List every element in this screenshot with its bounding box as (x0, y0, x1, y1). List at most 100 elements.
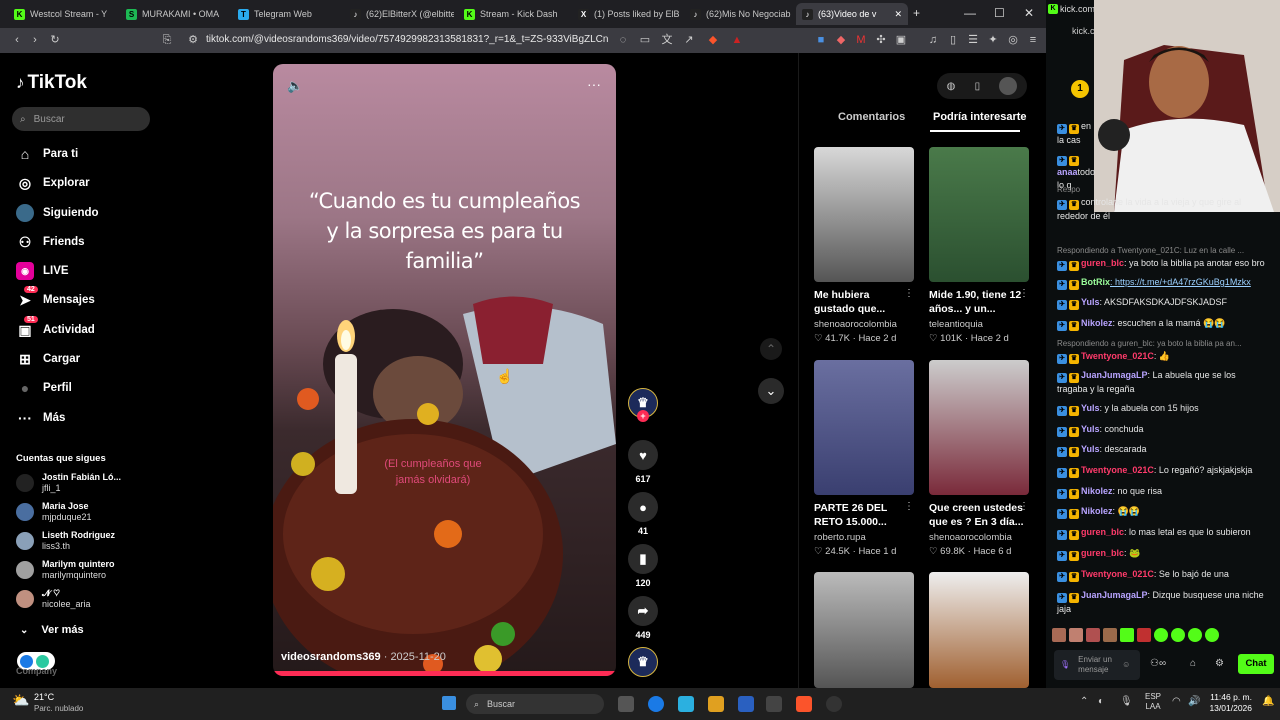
notification-bell-icon[interactable]: 🔔 (1262, 696, 1274, 707)
chat-username[interactable]: guren_blc (1081, 527, 1124, 537)
see-more-button[interactable]: ⌄ Ver más (20, 624, 84, 636)
mic-tray-icon[interactable]: 🎙 (1120, 696, 1133, 707)
store-icon[interactable] (738, 696, 754, 712)
obs-icon[interactable] (826, 696, 842, 712)
nav-item-live[interactable]: ◉ LIVE (16, 261, 69, 281)
more-options-icon[interactable]: ··· (587, 76, 601, 92)
chat-username[interactable]: BotRix (1081, 277, 1110, 287)
emote-icon[interactable] (1052, 628, 1066, 642)
recommended-video-thumbnail[interactable] (929, 572, 1029, 688)
brave-shield-icon[interactable]: ◆ (706, 33, 720, 47)
settings-gear-icon[interactable]: ⚙ (1215, 658, 1224, 669)
recommended-video-thumbnail[interactable] (814, 147, 914, 282)
smiley-icon[interactable]: ☺ (1122, 660, 1130, 670)
more-vertical-icon[interactable]: ⋮ (1019, 288, 1029, 299)
prev-video-chevron-up-icon[interactable]: ⌃ (760, 338, 782, 360)
reading-list-icon[interactable]: ☰ (966, 33, 980, 47)
recommended-video-thumbnail[interactable] (929, 360, 1029, 495)
recommended-video-thumbnail[interactable] (929, 147, 1029, 282)
chat-username[interactable]: Yuls (1081, 444, 1100, 454)
chat-username[interactable]: Yuls (1081, 424, 1100, 434)
menu-icon[interactable]: ≡ (1026, 33, 1040, 47)
nav-item-perfil[interactable]: ● Perfil (16, 378, 72, 398)
coins-icon[interactable]: ◍ (947, 81, 956, 92)
browser-tab[interactable]: ♪ (62)Mis No Negociab (684, 3, 792, 25)
emote-icon[interactable] (1188, 628, 1202, 642)
chat-username[interactable]: Yuls (1081, 297, 1100, 307)
nav-item-explorar[interactable]: ◎ Explorar (16, 173, 90, 193)
emote-icon[interactable] (1137, 628, 1151, 642)
tray-app-icon[interactable]: ◐ (1098, 696, 1104, 707)
chat-username[interactable]: guren_blc (1081, 258, 1124, 268)
share-icon[interactable]: ↗ (682, 33, 696, 47)
chat-username[interactable]: Nikolez (1081, 318, 1113, 328)
close-tab-icon[interactable]: ✕ (894, 9, 902, 20)
emote-icon[interactable] (1086, 628, 1100, 642)
browser-tab[interactable]: S MURAKAMI • OMA (120, 3, 228, 25)
windows-start-icon[interactable] (442, 696, 456, 710)
followed-account[interactable]: Marilym quintero marilymquintero (16, 559, 115, 581)
emote-icon[interactable] (1120, 628, 1134, 642)
back-icon[interactable]: ‹ (10, 33, 24, 47)
forward-icon[interactable]: › (28, 33, 42, 47)
copilot-icon[interactable] (678, 696, 694, 712)
kick-points-icon[interactable]: 1 (1071, 80, 1089, 98)
chat-username[interactable]: Yuls (1081, 403, 1100, 413)
app-icon[interactable] (766, 696, 782, 712)
reload-icon[interactable]: ↻ (48, 33, 62, 47)
next-video-chevron-down-icon[interactable]: ⌄ (758, 378, 784, 404)
recommended-author[interactable]: shenoaorocolombia (929, 532, 1012, 543)
emote-icon[interactable] (1205, 628, 1219, 642)
puzzle-icon[interactable]: ✣ (874, 33, 888, 47)
language-indicator[interactable]: ESP LAA (1145, 692, 1161, 712)
video-author[interactable]: videosrandoms369 · 2025-11-20 (281, 651, 446, 663)
followed-account[interactable]: Jostin Fabián Ló... jfli_1 (16, 472, 121, 494)
kick-tab[interactable]: Kkick.com (1048, 4, 1095, 14)
emote-picker-icon[interactable]: 🎙 (1060, 660, 1070, 670)
chat-username[interactable]: Twentyone_021C (1081, 351, 1154, 361)
bookmark-icon[interactable]: ⎘ (160, 33, 174, 47)
chat-username[interactable]: Twentyone_021C (1081, 569, 1154, 579)
followed-account[interactable]: Maria Jose mjpduque21 (16, 501, 92, 523)
chat-text[interactable]: : https://t.me/+dA47rzGKuBg1Mzkx (1110, 277, 1251, 287)
volume-icon[interactable]: 🔈 (287, 78, 303, 94)
tab-comments[interactable]: Comentarios (838, 111, 905, 123)
nav-item-para-ti[interactable]: ⌂ Para ti (16, 144, 78, 164)
chat-username[interactable]: JuanJumagaLP (1081, 590, 1148, 600)
browser-tab[interactable]: X (1) Posts liked by ElBit (572, 3, 680, 25)
weather-icon[interactable]: ⛅ (12, 692, 29, 709)
leo-icon[interactable]: ✦ (986, 33, 1000, 47)
users-icon[interactable]: ⚇∞ (1150, 658, 1166, 669)
maximize-icon[interactable]: ☐ (994, 6, 1005, 20)
phone-icon[interactable]: ▯ (975, 81, 981, 92)
chat-username[interactable]: anaa (1057, 167, 1078, 177)
chat-username[interactable]: guren_blc (1081, 548, 1124, 558)
site-info-icon[interactable]: ⚙ (186, 33, 200, 47)
share-button[interactable]: ➦ 449 (628, 596, 658, 640)
screen-icon[interactable]: ▭ (638, 33, 652, 47)
browser-tab[interactable]: K Stream - Kick Dash (458, 3, 568, 25)
close-window-icon[interactable]: ✕ (1024, 6, 1034, 20)
company-link[interactable]: Company (16, 666, 57, 676)
chat-username[interactable]: JuanJumagaLP (1081, 370, 1148, 380)
ext-translate-icon[interactable]: ■ (814, 33, 828, 47)
followed-account[interactable]: Liseth Rodriguez liss3.th (16, 530, 115, 552)
tiktok-logo[interactable]: ♪ TikTok (16, 72, 87, 94)
taskbar-search[interactable]: ⌕ Buscar (466, 694, 604, 714)
nav-item-más[interactable]: ··· Más (16, 408, 65, 428)
emote-icon[interactable] (1103, 628, 1117, 642)
weather-temp[interactable]: 21°C (34, 692, 54, 702)
like-button[interactable]: ♥ 617 (628, 440, 658, 484)
brave-taskbar-icon[interactable] (796, 696, 812, 712)
followed-account[interactable]: 𝓝 ♡ nicolee_aria (16, 588, 91, 610)
recommended-video-thumbnail[interactable] (814, 360, 914, 495)
volume-tray-icon[interactable]: 🔊 (1188, 696, 1200, 707)
ext-m-icon[interactable]: M (854, 33, 868, 47)
video-player[interactable]: 🔈 ··· “Cuando es tu cumpleaños y la sorp… (273, 64, 616, 676)
music-icon[interactable]: ♫ (926, 33, 940, 47)
emote-icon[interactable] (1069, 628, 1083, 642)
nav-item-siguiendo[interactable]: ● Siguiendo (16, 203, 99, 223)
recommended-author[interactable]: shenoaorocolombia (814, 319, 897, 330)
nav-item-mensajes[interactable]: ➤ 42 Mensajes (16, 286, 95, 310)
chat-username[interactable]: Twentyone_021C (1081, 465, 1154, 475)
